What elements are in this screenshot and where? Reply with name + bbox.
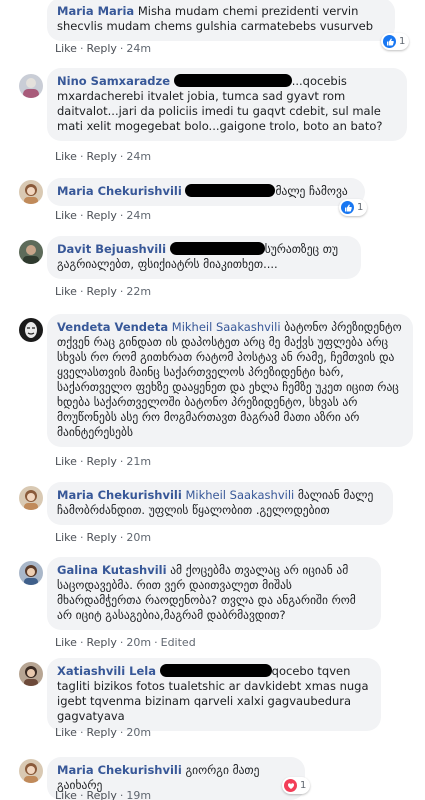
comment-author[interactable]: Vendeta Vendeta [57,320,168,334]
timestamp[interactable]: 24m [126,209,151,222]
like-link[interactable]: Like [55,636,77,649]
like-link[interactable]: Like [55,42,77,55]
comment-actions: Like · Reply · 20m [55,531,152,544]
comment-bubble: Maria Chekurishvili მალე ჩამოვა [47,178,365,206]
timestamp[interactable]: 20m [126,531,151,544]
comment-author[interactable]: Xatiashvili Lela [57,664,156,678]
comment-author[interactable]: Davit Bejuashvili [57,242,166,256]
comment-actions: Like · Reply · 24m [55,150,152,163]
like-icon [341,201,354,214]
reaction-count: 1 [399,36,406,47]
comment-actions: Like · Reply · 20m [55,726,152,739]
comment-actions: Like · Reply · 20m · Edited [55,636,196,649]
like-link[interactable]: Like [55,285,77,298]
comment-bubble: Xatiashvili Lela qocebo tqven taglitі bi… [47,658,381,731]
reply-link[interactable]: Reply [86,789,116,800]
comment-bubble: Galina Kutashvili ამ ქოცებმა თვალაც არ ი… [47,557,381,630]
redacted-mention [169,242,265,255]
comment-actions: Like · Reply · 19m [55,789,152,800]
reply-link[interactable]: Reply [86,531,116,544]
comment-author[interactable]: Maria Chekurishvili [57,184,182,198]
redacted-mention [159,664,272,677]
reaction-badge[interactable]: 1 [282,777,311,794]
like-link[interactable]: Like [55,726,77,739]
timestamp[interactable]: 22m [126,285,151,298]
like-link[interactable]: Like [55,455,77,468]
heart-icon [284,779,297,792]
comment-bubble: Maria Chekurishvili Mikheil Saakashvili … [47,482,393,525]
timestamp[interactable]: 24m [126,42,151,55]
comment-actions: Like · Reply · 22m [55,285,152,298]
avatar[interactable] [19,486,43,510]
comment-bubble: Vendeta Vendeta Mikheil Saakashvili ბატო… [47,314,413,447]
timestamp[interactable]: 20m [126,726,151,739]
comment-author[interactable]: Nino Samxaradze [57,74,170,88]
comment-author[interactable]: Maria Chekurishvili [57,763,182,777]
reaction-badge[interactable]: 1 [381,33,410,50]
avatar[interactable] [19,561,43,585]
like-link[interactable]: Like [55,150,77,163]
comment-author[interactable]: Galina Kutashvili [57,563,167,577]
avatar[interactable] [19,240,43,264]
avatar[interactable] [19,318,43,342]
comment-actions: Like · Reply · 24m [55,209,152,222]
like-link[interactable]: Like [55,789,77,800]
reply-link[interactable]: Reply [86,42,116,55]
comment-text: მალე ჩამოვა [275,184,348,198]
reply-link[interactable]: Reply [86,726,116,739]
avatar[interactable] [19,662,43,686]
redacted-mention [185,184,276,197]
edited-label[interactable]: Edited [161,636,196,649]
comment-actions: Like · Reply · 21m [55,455,152,468]
comment-bubble: Davit Bejuashvili სურათზეც თუ გაგრიალებთ… [47,236,361,279]
comment-actions: Like · Reply · 24m [55,42,152,55]
timestamp[interactable]: 21m [126,455,151,468]
like-link[interactable]: Like [55,531,77,544]
comment-text: ბატონო პრეზიდენტო თქვენ რაც გინდათ ის და… [57,320,402,439]
timestamp[interactable]: 20m [126,636,151,649]
like-link[interactable]: Like [55,209,77,222]
mention-link[interactable]: Mikheil Saakashvili [172,320,281,334]
comment-bubble: Maria Maria Misha mudam chemi prezidenti… [47,0,395,41]
comment-author[interactable]: Maria Chekurishvili [57,488,182,502]
comment-thread: Maria Maria Misha mudam chemi prezidenti… [0,0,425,800]
avatar[interactable] [19,74,43,98]
reply-link[interactable]: Reply [86,150,116,163]
comment-bubble: Nino Samxaradze ...qocebis mxardacherebi… [47,68,407,141]
reaction-count: 1 [300,780,307,791]
reply-link[interactable]: Reply [86,209,116,222]
reply-link[interactable]: Reply [86,636,116,649]
redacted-mention [173,74,292,87]
reply-link[interactable]: Reply [86,285,116,298]
reaction-count: 1 [357,202,364,213]
timestamp[interactable]: 24m [126,150,151,163]
mention-link[interactable]: Mikheil Saakashvili [185,488,294,502]
comment-author[interactable]: Maria Maria [57,4,134,18]
avatar[interactable] [19,759,43,783]
reaction-badge[interactable]: 1 [339,199,368,216]
reply-link[interactable]: Reply [86,455,116,468]
timestamp[interactable]: 19m [126,789,151,800]
avatar[interactable] [19,180,43,204]
like-icon [383,35,396,48]
